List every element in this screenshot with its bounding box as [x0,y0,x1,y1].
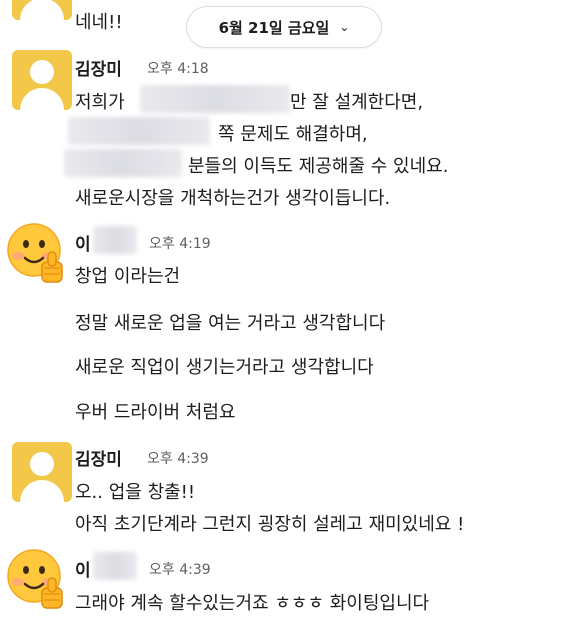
avatar[interactable] [12,50,72,110]
message-text: 우버 드라이버 처럼요 [75,402,236,423]
avatar[interactable] [4,548,64,609]
avatar-body-shape [20,480,64,502]
date-divider-button[interactable]: 6월 21일 금요일 ⌄ [186,6,382,48]
message-text: 아직 초기단계라 그런지 굉장히 설레고 재미있네요 ! [75,514,465,535]
avatar-head-shape [30,452,54,476]
avatar-body-shape [20,88,64,110]
thumbs-up-emoji-icon [7,549,63,609]
redacted-text [64,149,182,177]
message-text: 창업 이라는건 [75,266,181,287]
timestamp[interactable]: 오후 4:19 [149,233,211,253]
message-text: 분들의 이득도 제공해줄 수 있네요. [188,156,449,177]
message-text: 만 잘 설계한다면, [290,92,424,113]
chevron-down-icon: ⌄ [339,20,350,34]
timestamp[interactable]: 오후 4:39 [149,559,211,579]
message-text: 그래야 계속 할수있는거죠 ㅎㅎㅎ 화이팅입니다 [75,593,430,614]
author-name[interactable]: 김장미 [75,445,122,470]
message-text: 저희가 [75,92,125,113]
avatar[interactable] [12,0,72,20]
author-name[interactable]: 이 [75,556,91,581]
timestamp[interactable]: 오후 4:18 [147,58,209,78]
date-label: 6월 21일 금요일 [218,18,330,37]
redacted-text [68,117,210,145]
redacted-text [140,85,290,113]
message-text: 새로운 직업이 생기는거라고 생각합니다 [75,357,374,378]
avatar[interactable] [4,222,64,283]
avatar-body-shape [20,0,64,20]
message-text: 오.. 업을 창출!! [75,482,196,503]
avatar-head-shape [30,60,54,84]
timestamp[interactable]: 오후 4:39 [147,448,209,468]
thumbs-up-emoji-icon [7,223,63,283]
redacted-text [93,226,137,254]
message-text: 네네!! [75,12,123,33]
message-text: 새로운시장을 개척하는건가 생각이듭니다. [75,188,391,209]
author-name[interactable]: 김장미 [75,55,122,80]
message-text: 정말 새로운 업을 여는 거라고 생각합니다 [75,313,386,334]
redacted-text [93,552,137,580]
author-name[interactable]: 이 [75,230,91,255]
message-text: 쪽 문제도 해결하며, [218,124,368,145]
avatar[interactable] [12,442,72,502]
